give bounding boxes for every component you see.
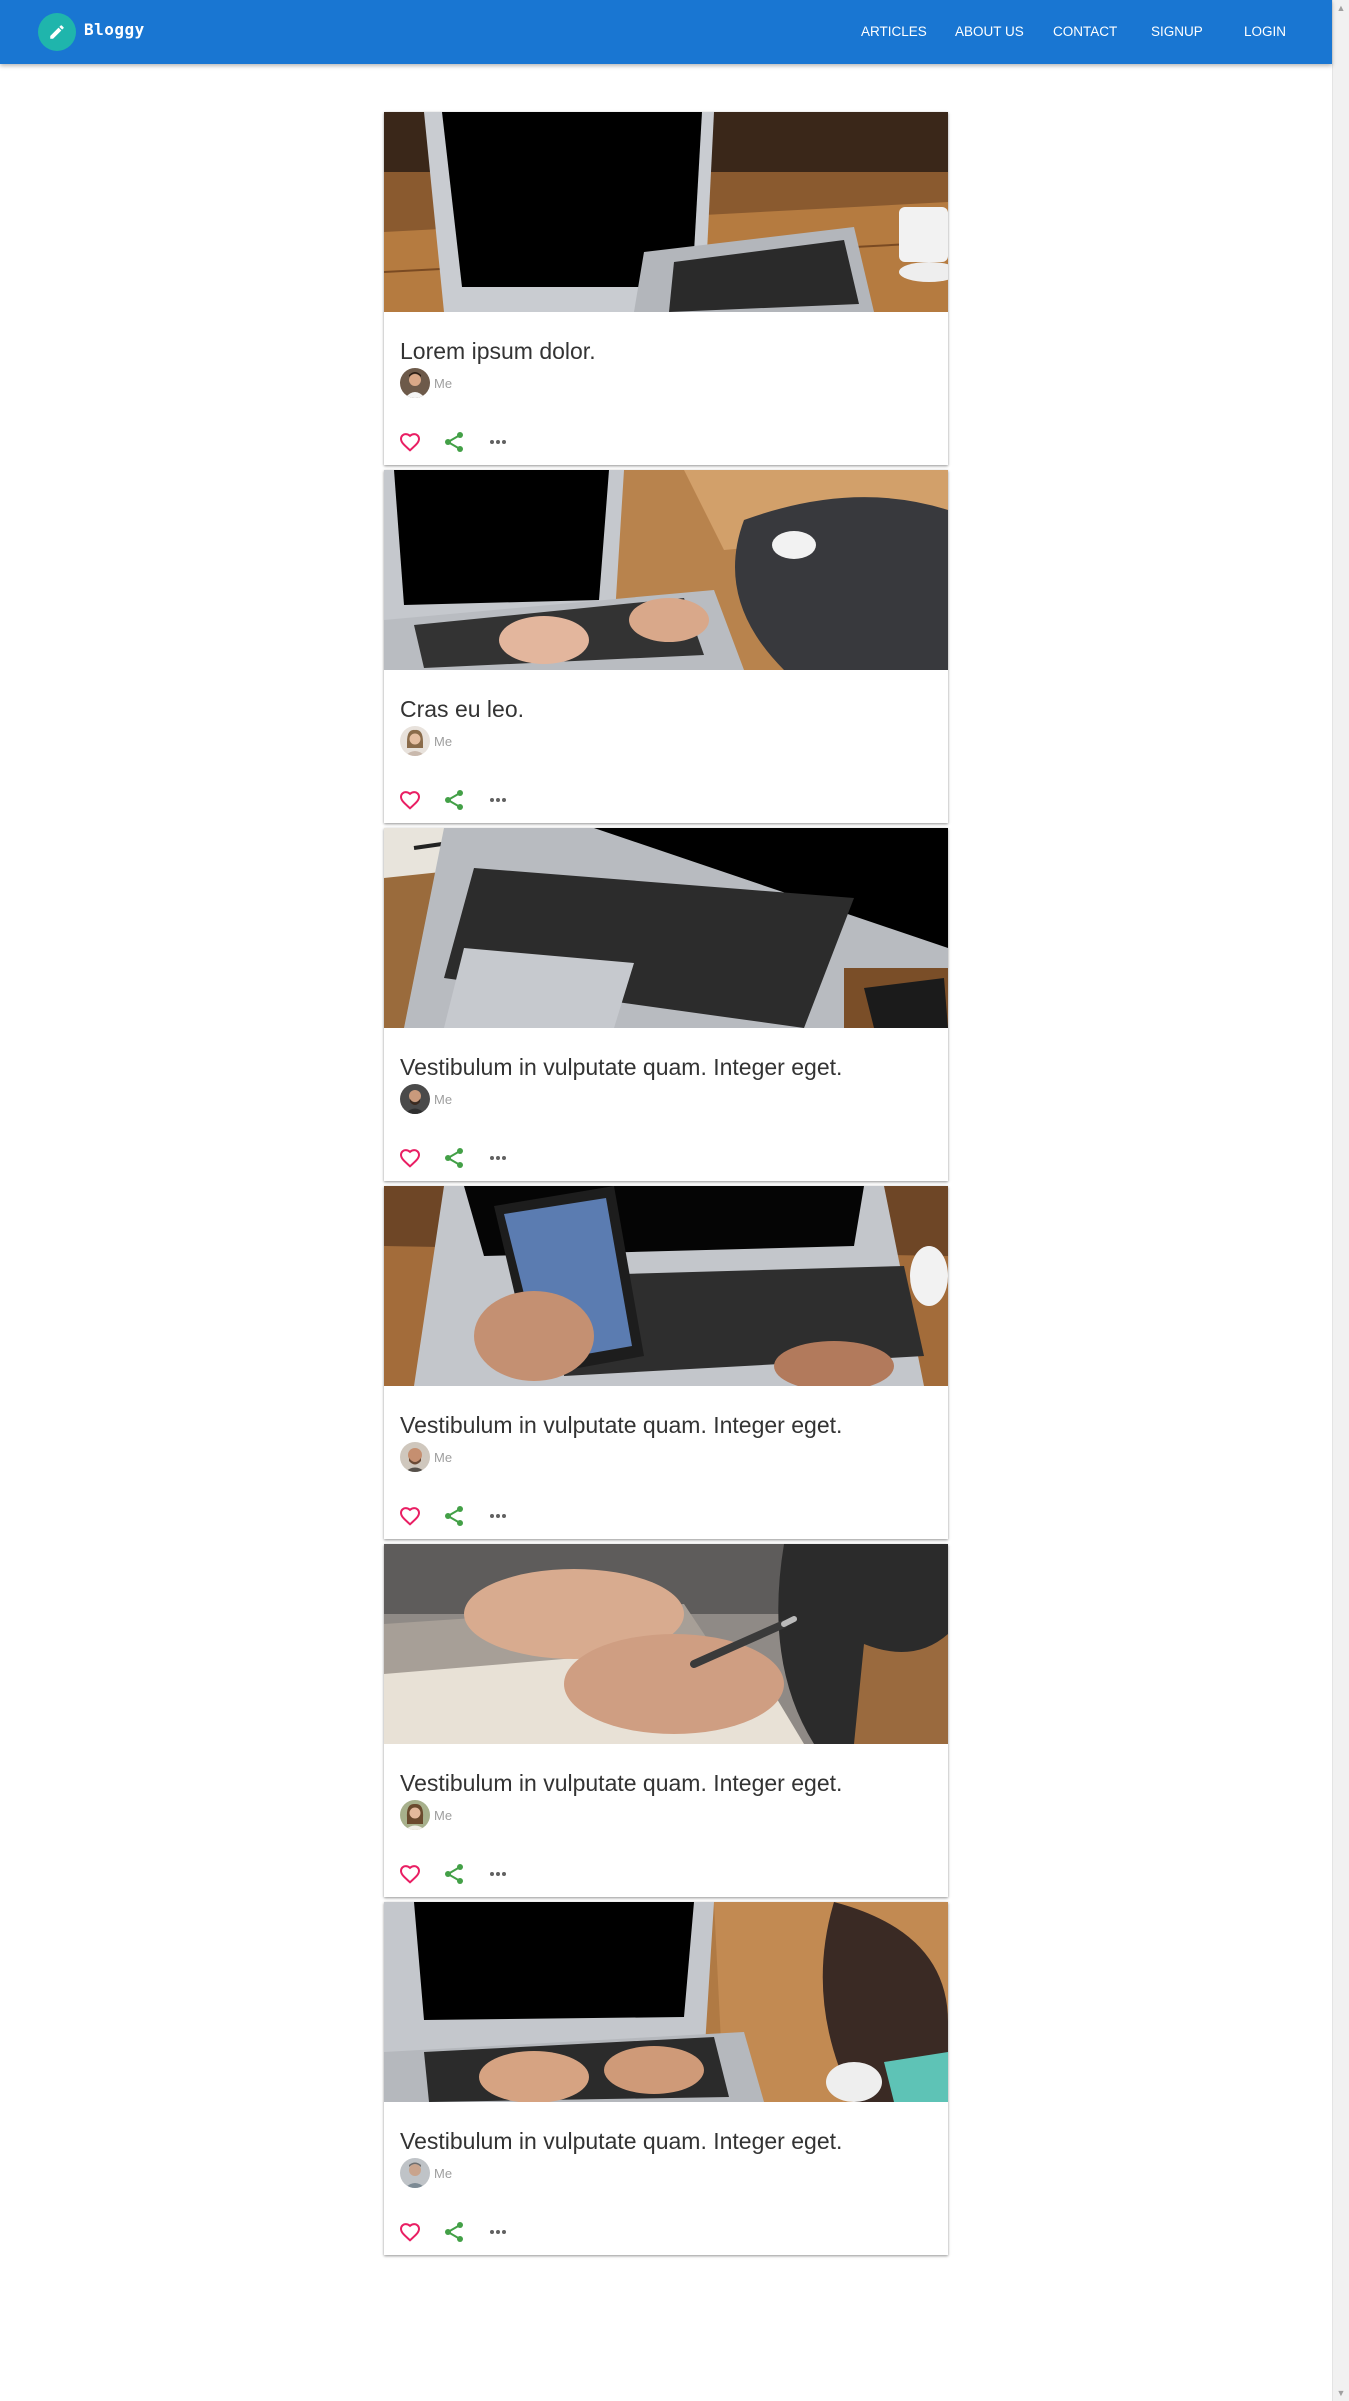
like-button[interactable] [398,430,422,454]
like-button[interactable] [398,1862,422,1886]
author-avatar[interactable] [400,1084,430,1114]
post-image[interactable] [384,1186,948,1386]
scroll-down-arrow[interactable]: ▼ [1333,2385,1349,2401]
post-title[interactable]: Lorem ipsum dolor. [400,338,596,365]
heart-icon [399,791,421,810]
share-button[interactable] [442,2220,466,2244]
more-button[interactable] [486,788,510,812]
heart-icon [399,1149,421,1168]
post-card[interactable]: Vestibulum in vulputate quam. Integer eg… [384,1186,948,1539]
share-button[interactable] [442,788,466,812]
more-horizontal-icon [490,798,506,802]
more-button[interactable] [486,1146,510,1170]
more-button[interactable] [486,2220,510,2244]
author-name[interactable]: Me [434,734,452,749]
heart-icon [399,2223,421,2242]
like-button[interactable] [398,1146,422,1170]
post-title[interactable]: Cras eu leo. [400,696,524,723]
more-horizontal-icon [490,440,506,444]
post-title[interactable]: Vestibulum in vulputate quam. Integer eg… [400,1412,842,1439]
post-card[interactable]: Vestibulum in vulputate quam. Integer eg… [384,828,948,1181]
app-bar: Bloggy ARTICLES ABOUT US CONTACT SIGNUP … [0,0,1332,64]
post-title[interactable]: Vestibulum in vulputate quam. Integer eg… [400,2128,842,2155]
share-icon [445,2222,463,2242]
author-name[interactable]: Me [434,2166,452,2181]
like-button[interactable] [398,788,422,812]
logo[interactable] [38,13,76,51]
post-image[interactable] [384,828,948,1028]
post-image[interactable] [384,112,948,312]
pen-icon [50,25,64,39]
heart-icon [399,1507,421,1526]
author-avatar[interactable] [400,368,430,398]
post-card[interactable]: Cras eu leo. Me [384,470,948,823]
nav-articles[interactable]: ARTICLES [861,24,927,39]
share-button[interactable] [442,1862,466,1886]
nav-contact[interactable]: CONTACT [1053,24,1117,39]
author-avatar[interactable] [400,2158,430,2188]
post-card[interactable]: Lorem ipsum dolor. Me [384,112,948,465]
like-button[interactable] [398,2220,422,2244]
more-horizontal-icon [490,1514,506,1518]
nav-about-us[interactable]: ABOUT US [955,24,1024,39]
nav-login[interactable]: LOGIN [1244,24,1286,39]
brand-name[interactable]: Bloggy [84,20,145,39]
author-avatar[interactable] [400,1442,430,1472]
author-name[interactable]: Me [434,1450,452,1465]
more-button[interactable] [486,430,510,454]
post-image[interactable] [384,1544,948,1744]
author-name[interactable]: Me [434,1808,452,1823]
more-horizontal-icon [490,1872,506,1876]
scroll-up-arrow[interactable]: ▲ [1333,0,1349,16]
share-icon [445,1148,463,1168]
author-name[interactable]: Me [434,1092,452,1107]
more-button[interactable] [486,1862,510,1886]
post-title[interactable]: Vestibulum in vulputate quam. Integer eg… [400,1054,842,1081]
share-button[interactable] [442,430,466,454]
post-image[interactable] [384,1902,948,2102]
share-icon [445,790,463,810]
post-title[interactable]: Vestibulum in vulputate quam. Integer eg… [400,1770,842,1797]
more-button[interactable] [486,1504,510,1528]
author-avatar[interactable] [400,1800,430,1830]
share-button[interactable] [442,1504,466,1528]
more-horizontal-icon [490,2230,506,2234]
post-card[interactable]: Vestibulum in vulputate quam. Integer eg… [384,1544,948,1897]
post-image[interactable] [384,470,948,670]
more-horizontal-icon [490,1156,506,1160]
page-scrollbar[interactable]: ▲ ▼ [1332,0,1349,2401]
heart-icon [399,433,421,452]
author-name[interactable]: Me [434,376,452,391]
author-avatar[interactable] [400,726,430,756]
heart-icon [399,1865,421,1884]
share-button[interactable] [442,1146,466,1170]
nav-signup[interactable]: SIGNUP [1151,24,1203,39]
share-icon [445,1864,463,1884]
like-button[interactable] [398,1504,422,1528]
share-icon [445,432,463,452]
post-card[interactable]: Vestibulum in vulputate quam. Integer eg… [384,1902,948,2255]
share-icon [445,1506,463,1526]
